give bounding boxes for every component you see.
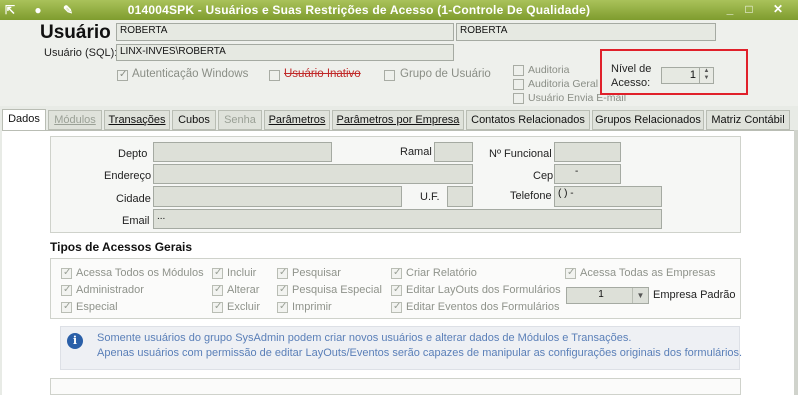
- cep-label: Cep: [533, 170, 554, 182]
- pesquisa-especial-checkbox[interactable]: [277, 284, 288, 296]
- administrador-checkbox[interactable]: [61, 284, 72, 296]
- info-icon: i: [67, 333, 83, 349]
- title-bar: ⇱ ● ✎ 014004SPK - Usuários e Suas Restri…: [0, 0, 798, 20]
- alterar-label: Alterar: [227, 284, 260, 296]
- acessa-todos-modulos-label: Acessa Todos os Módulos: [76, 267, 204, 279]
- usuario-sql-field[interactable]: LINX-INVES\ROBERTA: [116, 44, 454, 61]
- imprimir-label: Imprimir: [292, 301, 332, 313]
- autenticacao-windows-label: Autenticação Windows: [132, 68, 249, 80]
- auditoria-checkbox[interactable]: [513, 65, 524, 76]
- imprimir-checkbox[interactable]: [277, 301, 288, 313]
- email-label: Email: [122, 215, 150, 227]
- info-line-1: Somente usuários do grupo SysAdmin podem…: [97, 332, 632, 344]
- incluir-label: Incluir: [227, 267, 257, 279]
- usuario-name-field[interactable]: ROBERTA: [456, 23, 716, 41]
- depto-field[interactable]: [153, 142, 332, 162]
- tipos-acessos-title: Tipos de Acessos Gerais: [50, 240, 193, 254]
- ramal-field[interactable]: [434, 142, 473, 162]
- maximize-button[interactable]: □: [741, 2, 757, 17]
- telefone-field[interactable]: ( ) -: [554, 186, 662, 207]
- acessa-todas-empresas-checkbox[interactable]: [565, 267, 576, 279]
- n-funcional-field[interactable]: [554, 142, 621, 162]
- usuario-code-field[interactable]: ROBERTA: [116, 23, 454, 41]
- grupo-usuario-label: Grupo de Usuário: [400, 68, 491, 80]
- vertical-scrollbar[interactable]: [794, 130, 798, 395]
- editar-eventos-checkbox[interactable]: [391, 301, 402, 313]
- bottom-box: [50, 378, 741, 395]
- tab-cubos[interactable]: Cubos: [172, 110, 216, 130]
- usuario-inativo-label: Usuário Inativo: [284, 68, 361, 80]
- telefone-label: Telefone: [510, 190, 552, 202]
- autenticacao-windows-checkbox[interactable]: [117, 69, 128, 81]
- usuario-inativo-checkbox[interactable]: [269, 70, 280, 81]
- pesquisa-especial-label: Pesquisa Especial: [292, 284, 382, 296]
- excluir-checkbox[interactable]: [212, 301, 223, 313]
- tab-matriz-contabil[interactable]: Matriz Contábil: [706, 110, 790, 130]
- tab-modulos[interactable]: Módulos: [48, 110, 102, 130]
- n-funcional-label: Nº Funcional: [489, 148, 552, 160]
- usuario-label: Usuário: [40, 22, 111, 43]
- incluir-checkbox[interactable]: [212, 267, 223, 279]
- depto-label: Depto: [118, 148, 148, 160]
- highlight-box: [600, 49, 748, 95]
- tab-bar: Dados Módulos Transações Cubos Senha Par…: [2, 109, 796, 131]
- editar-eventos-label: Editar Eventos dos Formulários: [406, 301, 560, 313]
- minimize-button[interactable]: _: [722, 2, 738, 17]
- editar-layouts-checkbox[interactable]: [391, 284, 402, 296]
- tab-parametros-empresa[interactable]: Parâmetros por Empresa: [332, 110, 464, 130]
- cep-field[interactable]: -: [554, 164, 621, 184]
- cidade-field[interactable]: [153, 186, 402, 207]
- auditoria-geral-label: Auditoria Geral: [528, 78, 599, 90]
- window-title: 014004SPK - Usuários e Suas Restrições d…: [127, 3, 591, 17]
- alterar-checkbox[interactable]: [212, 284, 223, 296]
- acessa-todas-empresas-label: Acessa Todas as Empresas: [580, 267, 716, 279]
- tab-dados[interactable]: Dados: [2, 109, 46, 131]
- auditoria-geral-checkbox[interactable]: [513, 79, 524, 90]
- pesquisar-checkbox[interactable]: [277, 267, 288, 279]
- pesquisar-label: Pesquisar: [292, 267, 341, 279]
- auditoria-label: Auditoria: [528, 64, 570, 76]
- ramal-label: Ramal: [400, 146, 432, 158]
- endereco-field[interactable]: [153, 164, 473, 184]
- tab-senha[interactable]: Senha: [218, 110, 262, 130]
- usuario-sql-label: Usuário (SQL):: [44, 47, 118, 59]
- tab-parametros[interactable]: Parâmetros: [264, 110, 330, 130]
- cidade-label: Cidade: [116, 193, 151, 205]
- close-button[interactable]: ✕: [770, 2, 786, 17]
- criar-relatorio-label: Criar Relatório: [406, 267, 477, 279]
- uf-label: U.F.: [420, 191, 440, 203]
- endereco-label: Endereço: [104, 170, 152, 182]
- tab-contatos-relacionados[interactable]: Contatos Relacionados: [466, 110, 590, 130]
- usuario-envia-email-checkbox[interactable]: [513, 93, 524, 104]
- chevron-down-icon[interactable]: ▼: [632, 288, 648, 303]
- acessa-todos-modulos-checkbox[interactable]: [61, 267, 72, 279]
- tab-grupos-relacionados[interactable]: Grupos Relacionados: [592, 110, 704, 130]
- info-line-2: Apenas usuários com permissão de editar …: [97, 347, 743, 359]
- info-box: i Somente usuários do grupo SysAdmin pod…: [60, 326, 743, 370]
- tab-transacoes[interactable]: Transações: [104, 110, 170, 130]
- empresa-padrao-label: Empresa Padrão: [653, 289, 736, 301]
- grupo-usuario-checkbox[interactable]: [384, 70, 395, 81]
- editar-layouts-label: Editar LayOuts dos Formulários: [406, 284, 561, 296]
- uf-field[interactable]: [447, 186, 473, 207]
- especial-checkbox[interactable]: [61, 301, 72, 313]
- administrador-label: Administrador: [76, 284, 144, 296]
- especial-label: Especial: [76, 301, 118, 313]
- email-field[interactable]: ...: [153, 209, 662, 229]
- excluir-label: Excluir: [227, 301, 261, 313]
- criar-relatorio-checkbox[interactable]: [391, 267, 402, 279]
